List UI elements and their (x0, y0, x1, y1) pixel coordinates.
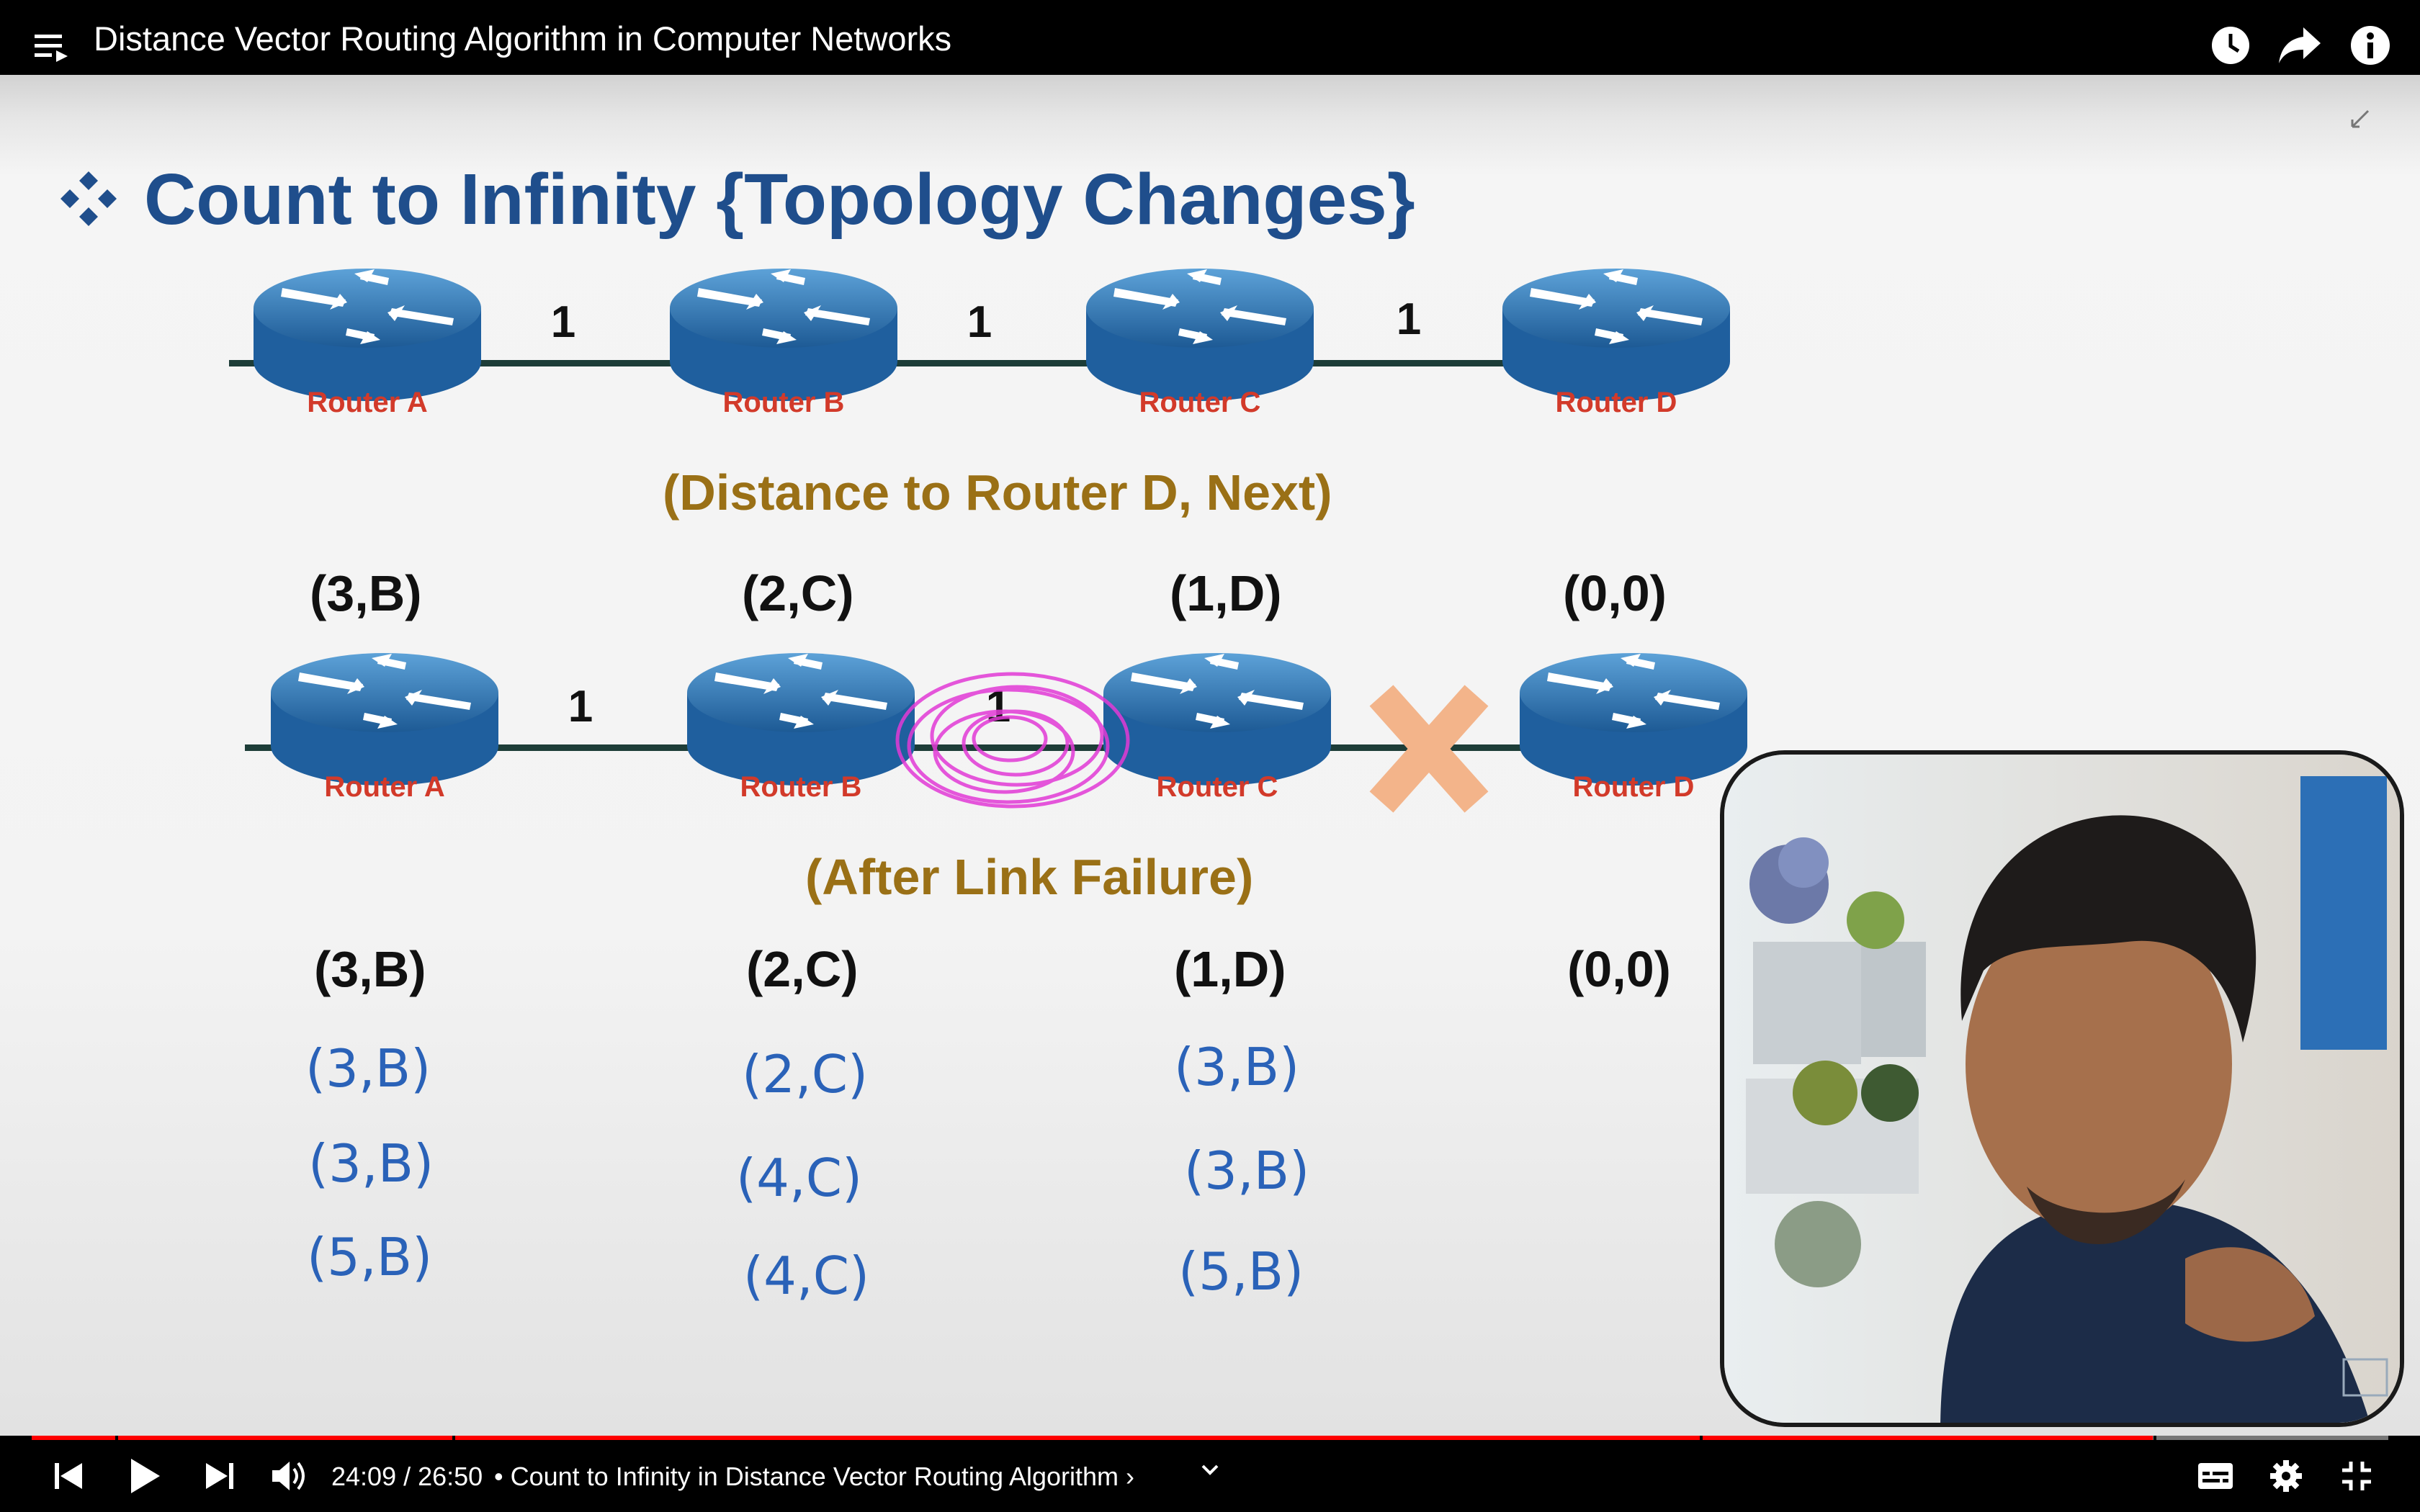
chapter-title[interactable]: • Count to Infinity in Distance Vector R… (494, 1462, 1134, 1492)
handwritten-value: (4,C) (743, 1246, 870, 1306)
video-top-bar: Distance Vector Routing Algorithm in Com… (0, 0, 2420, 75)
router-d-bottom (1520, 653, 1747, 786)
handwritten-value: (3,B) (308, 1133, 434, 1194)
link-cost: 1 (1397, 294, 1421, 344)
previous-icon[interactable] (53, 1462, 85, 1490)
chevron-down-icon[interactable] (1200, 1463, 1220, 1477)
handwritten-value: (3,B) (1184, 1140, 1310, 1201)
handwritten-value: (4,C) (736, 1148, 863, 1208)
router-label: Router D (1573, 771, 1695, 803)
table1-cell: (2,C) (742, 565, 854, 621)
settings-gear-icon[interactable] (2269, 1459, 2303, 1493)
router-label: Router B (740, 771, 862, 803)
chapter-marker (452, 1436, 455, 1440)
router-d-top (1502, 269, 1730, 401)
chapter-marker (115, 1436, 118, 1440)
router-label: Router B (723, 387, 845, 418)
router-label: Router C (1139, 387, 1261, 418)
scribble-annotation (895, 672, 1130, 809)
chapter-marker (1700, 1436, 1703, 1440)
progress-fill (32, 1436, 2153, 1440)
handwritten-value: (3,B) (305, 1038, 431, 1099)
time-display: 24:09 / 26:50 (331, 1462, 483, 1491)
handwritten-value: (2,C) (742, 1044, 869, 1104)
next-icon[interactable] (203, 1462, 235, 1490)
router-label: Router C (1157, 771, 1278, 803)
table1-cell: (0,0) (1563, 565, 1667, 621)
play-icon[interactable] (128, 1457, 161, 1495)
handwritten-value: (5,B) (1178, 1241, 1304, 1302)
distance-caption: (Distance to Router D, Next) (663, 464, 1332, 521)
subtitles-icon[interactable] (2197, 1462, 2234, 1490)
info-icon[interactable] (2349, 24, 2391, 66)
table2-cell: (1,D) (1174, 941, 1286, 997)
link-cost: 1 (551, 297, 575, 347)
watch-later-icon[interactable] (2210, 24, 2251, 66)
router-label: Router D (1556, 387, 1677, 418)
link-cost: 1 (568, 682, 593, 732)
chapter-marker (2154, 1436, 2156, 1440)
volume-icon[interactable] (271, 1460, 308, 1492)
video-frame[interactable]: Count to Infinity {Topology Changes} Rou… (0, 75, 2420, 1436)
handwritten-value: (3,B) (1174, 1037, 1300, 1097)
failure-caption: (After Link Failure) (805, 849, 1254, 905)
exit-fullscreen-icon[interactable] (2341, 1460, 2372, 1492)
player-controls: 24:09 / 26:50 • Count to Infinity in Dis… (0, 1436, 2420, 1512)
router-a-bottom (271, 653, 498, 786)
router-c-top (1086, 269, 1314, 401)
table1-cell: (3,B) (310, 565, 422, 621)
presenter-webcam (1720, 750, 2404, 1427)
handwritten-value: (5,B) (307, 1227, 433, 1287)
collapse-icon[interactable] (2349, 108, 2371, 130)
link-c-d (1301, 360, 1517, 366)
router-a-top (254, 269, 481, 401)
progress-track[interactable] (32, 1436, 2388, 1440)
table2-cell: (3,B) (314, 941, 426, 997)
playlist-icon[interactable] (33, 32, 71, 63)
link-b-c (883, 360, 1099, 366)
presenter-image (1724, 755, 2400, 1423)
router-c-bottom (1103, 653, 1331, 786)
share-icon[interactable] (2277, 26, 2322, 65)
router-b-top (670, 269, 897, 401)
router-b-bottom (687, 653, 915, 786)
router-label: Router A (307, 387, 427, 418)
table2-cell: (2,C) (746, 941, 859, 997)
link-cost: 1 (967, 297, 992, 347)
video-title[interactable]: Distance Vector Routing Algorithm in Com… (94, 22, 951, 55)
table2-cell: (0,0) (1567, 941, 1671, 997)
router-label: Router A (324, 771, 444, 803)
table1-cell: (1,D) (1170, 565, 1282, 621)
